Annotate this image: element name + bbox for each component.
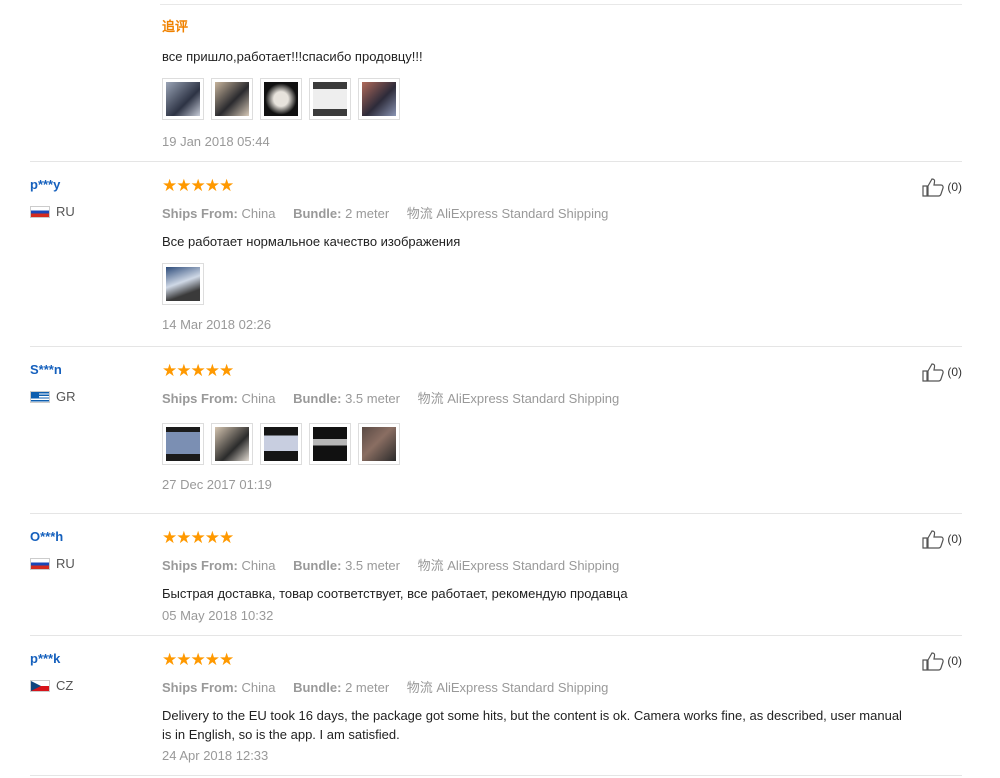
country-code: CZ [56,678,74,693]
rating-stars: ★★★★★ [162,361,234,380]
order-info: Ships From: China Bundle: 2 meter 物流 Ali… [162,206,609,221]
rating-stars: ★★★★★ [162,176,234,195]
reviewer-name[interactable]: S***n [30,362,150,377]
shipping-icon: 物流 [406,680,433,695]
rating-stars: ★★★★★ [162,650,234,669]
review-text: Все работает нормальное качество изображ… [162,234,461,249]
reviewer-country: GR [30,389,150,404]
flag-cz-icon [30,679,50,692]
review-date: 14 Mar 2018 02:26 [162,317,272,332]
thumbs-up-icon [922,178,945,197]
shipping-icon: 物流 [417,558,444,573]
like-button[interactable]: (0) [921,529,962,549]
review-date: 24 Apr 2018 12:33 [162,748,269,763]
review-photo[interactable] [162,78,204,120]
review-date: 19 Jan 2018 05:44 [162,134,270,149]
like-count: (0) [947,654,962,668]
review-photo[interactable] [309,78,351,120]
shipping-icon: 物流 [417,391,444,406]
country-code: RU [56,204,75,219]
flag-ru-icon [30,205,50,218]
reviewer-country: RU [30,204,150,219]
order-info: Ships From: China Bundle: 2 meter 物流 Ali… [162,680,609,695]
review-photo[interactable] [358,423,400,465]
flag-gr-icon [30,390,50,403]
thumbs-up-icon [922,530,945,549]
reviewer-country: CZ [30,678,150,693]
order-info: Ships From: China Bundle: 3.5 meter 物流 A… [162,391,620,406]
review-text: Быстрая доставка, товар соответствует, в… [162,586,628,601]
review-photos [162,263,902,305]
review-photos [162,423,902,465]
review-photo[interactable] [162,263,204,305]
flag-ru-icon [30,557,50,570]
review-date: 27 Dec 2017 01:19 [162,477,272,492]
thumbs-up-icon [922,652,945,671]
rating-stars: ★★★★★ [162,528,234,547]
reviewer-name[interactable]: p***k [30,651,150,666]
like-button[interactable]: (0) [921,177,962,197]
review-photo[interactable] [309,423,351,465]
review-photo[interactable] [260,78,302,120]
review-photo[interactable] [358,78,400,120]
review-photo[interactable] [211,423,253,465]
like-button[interactable]: (0) [921,651,962,671]
shipping-icon: 物流 [406,206,433,221]
like-count: (0) [947,532,962,546]
reviewer-name[interactable]: p***y [30,177,150,192]
like-button[interactable]: (0) [921,362,962,382]
review-photo[interactable] [162,423,204,465]
thumbs-up-icon [922,363,945,382]
order-info: Ships From: China Bundle: 3.5 meter 物流 A… [162,558,620,573]
review-photos [162,78,902,120]
review-photo[interactable] [260,423,302,465]
reviewer-country: RU [30,556,150,571]
country-code: RU [56,556,75,571]
review-text: все пришло,работает!!!спасибо продовцу!!… [162,49,423,64]
review-date: 05 May 2018 10:32 [162,608,274,623]
reviewer-name[interactable]: O***h [30,529,150,544]
additional-review-label: 追评 [162,19,189,34]
country-code: GR [56,389,76,404]
like-count: (0) [947,365,962,379]
review-text: Delivery to the EU took 16 days, the pac… [162,708,902,742]
review-photo[interactable] [211,78,253,120]
like-count: (0) [947,180,962,194]
